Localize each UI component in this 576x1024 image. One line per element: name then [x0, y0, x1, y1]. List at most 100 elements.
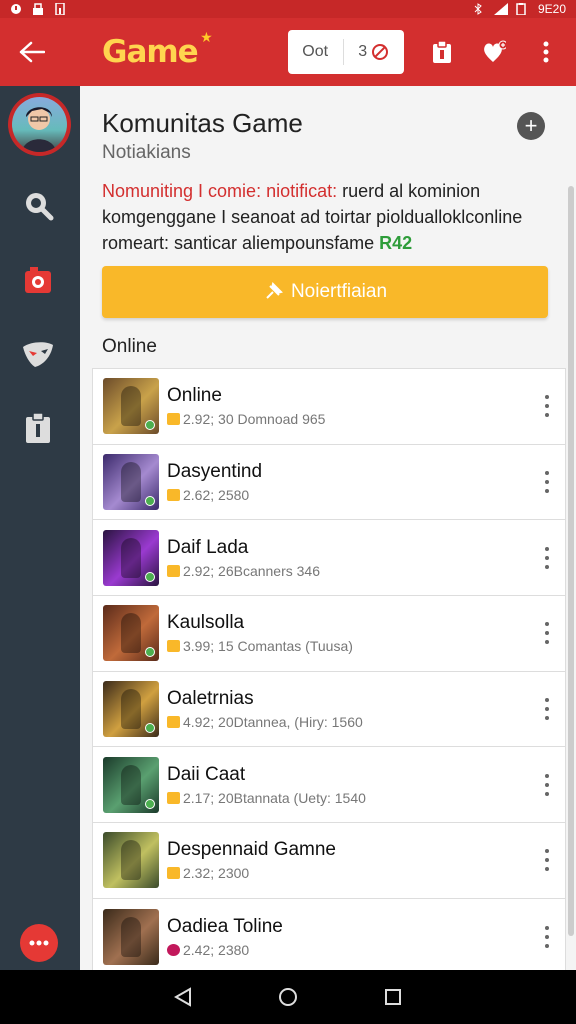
menu-dot [545, 471, 549, 476]
square-recents-icon [385, 989, 402, 1005]
triangle-back-icon [173, 987, 191, 1007]
chat-fab[interactable] [20, 924, 58, 962]
sidebar-item-mask[interactable] [20, 336, 56, 372]
character-figure [121, 537, 141, 578]
favorite-button[interactable] [482, 40, 506, 64]
list-item[interactable]: Oaletrnias 4.92; 20Dtannea, (Hiry: 1560 [93, 672, 565, 748]
search-query[interactable]: Oot [288, 39, 344, 65]
notify-button-label: Noiertfiaian [290, 281, 388, 302]
arrow-left-icon [19, 41, 45, 63]
game-thumbnail [103, 378, 159, 435]
page-subtitle: Notiakians [102, 142, 191, 163]
block-icon [372, 44, 389, 60]
game-thumbnail [103, 908, 159, 965]
avatar[interactable] [8, 93, 71, 156]
list-item[interactable]: Dasyentind 2.62; 2580 [93, 445, 565, 521]
signal-icon [493, 3, 508, 15]
gem-icon [167, 943, 180, 956]
sidebar-item-clipboard[interactable] [20, 410, 56, 446]
mask-icon [23, 342, 53, 367]
list-item[interactable]: Daii Caat 2.17; 20Btannata (Uety: 1540 [93, 747, 565, 824]
game-meta: 2.42; 2380 [167, 942, 283, 958]
list-item[interactable]: Oadiea Toline 2.42; 2380 [93, 899, 565, 975]
more-vert-icon[interactable] [543, 925, 551, 948]
system-nav-bar [0, 970, 576, 1024]
clipboard-button[interactable] [430, 40, 454, 64]
character-figure [121, 613, 141, 654]
back-button[interactable] [12, 32, 52, 72]
online-badge [145, 723, 155, 734]
camera-icon [25, 267, 51, 293]
list-item[interactable]: Kaulsolla 3.99; 15 Comantas (Tuusa) [93, 596, 565, 672]
game-meta: 2.92; 30 Domnoad 965 [167, 411, 325, 427]
more-horiz-icon [29, 940, 49, 946]
more-vert-icon[interactable] [543, 773, 551, 796]
scrollbar[interactable] [568, 186, 574, 936]
menu-dot [545, 707, 549, 712]
game-thumbnail [103, 605, 159, 662]
more-vert-icon[interactable] [543, 395, 551, 418]
more-vert-icon[interactable] [543, 546, 551, 569]
more-vert-icon[interactable] [543, 849, 551, 872]
bluetooth-icon [472, 3, 484, 15]
menu-dot [545, 622, 549, 627]
menu-dot [545, 698, 549, 703]
menu-dot [545, 858, 549, 863]
menu-dot [545, 925, 549, 930]
filter-count-value: 3 [358, 43, 368, 60]
game-list: Online 2.92; 30 Domnoad 965 Dasyentind 2.62… [92, 368, 566, 976]
more-vert-icon[interactable] [543, 698, 551, 721]
menu-dot [545, 395, 549, 400]
character-figure [121, 916, 141, 957]
notification-icon [10, 3, 22, 15]
menu-dot [545, 480, 549, 485]
nav-home-button[interactable] [277, 986, 299, 1008]
game-title: Daif Lada [167, 536, 249, 558]
sidebar-item-camera[interactable] [20, 262, 56, 298]
more-vert-icon [543, 41, 549, 63]
coin-icon [167, 640, 180, 653]
list-item[interactable]: Despennaid Gamne 2.32; 2300 [93, 823, 565, 899]
list-item[interactable]: Daif Lada 2.92; 26Bcanners 346 [93, 520, 565, 597]
game-thumbnail [103, 756, 159, 813]
heart-add-icon [484, 40, 506, 62]
game-stats: 2.32; 2300 [183, 865, 250, 882]
clock: 9E20 [537, 2, 566, 16]
menu-dot [545, 791, 549, 796]
search-box[interactable]: Oot 3 [287, 30, 404, 74]
app-logo: Game ★ [102, 30, 213, 70]
game-title: Online [167, 385, 222, 407]
online-badge [145, 571, 155, 582]
coin-icon [167, 867, 180, 880]
more-vert-icon[interactable] [543, 622, 551, 645]
game-stats: 2.17; 20Btannata (Uety: 1540 [183, 789, 366, 806]
online-badge [145, 496, 155, 507]
notify-button[interactable]: Noiertfiaian [102, 266, 548, 318]
nav-back-button[interactable] [172, 986, 194, 1008]
menu-dot [545, 631, 549, 636]
pin-icon [266, 282, 283, 299]
game-stats: 2.92; 26Bcanners 346 [183, 562, 320, 579]
game-thumbnail [103, 454, 159, 511]
sidebar-item-search[interactable] [20, 187, 56, 223]
list-item[interactable]: Online 2.92; 30 Domnoad 965 [93, 369, 565, 445]
game-meta: 4.92; 20Dtannea, (Hiry: 1560 [167, 714, 363, 730]
online-badge [145, 647, 155, 658]
battery-icon [516, 3, 528, 16]
game-title: Kaulsolla [167, 612, 245, 634]
add-button[interactable]: + [517, 112, 545, 140]
menu-dot [545, 867, 549, 872]
game-stats: 2.42; 2380 [183, 941, 250, 958]
menu-dot [545, 640, 549, 645]
filter-count[interactable]: 3 [344, 43, 404, 61]
star-icon: ★ [200, 30, 213, 46]
more-vert-icon[interactable] [543, 471, 551, 494]
nav-recents-button[interactable] [382, 986, 404, 1008]
menu-dot [545, 546, 549, 551]
menu-dot [545, 555, 549, 560]
game-meta: 2.62; 2580 [167, 487, 262, 503]
menu-dot [545, 404, 549, 409]
lock-icon [32, 3, 44, 15]
circle-home-icon [278, 988, 297, 1006]
overflow-menu-button[interactable] [534, 40, 558, 64]
